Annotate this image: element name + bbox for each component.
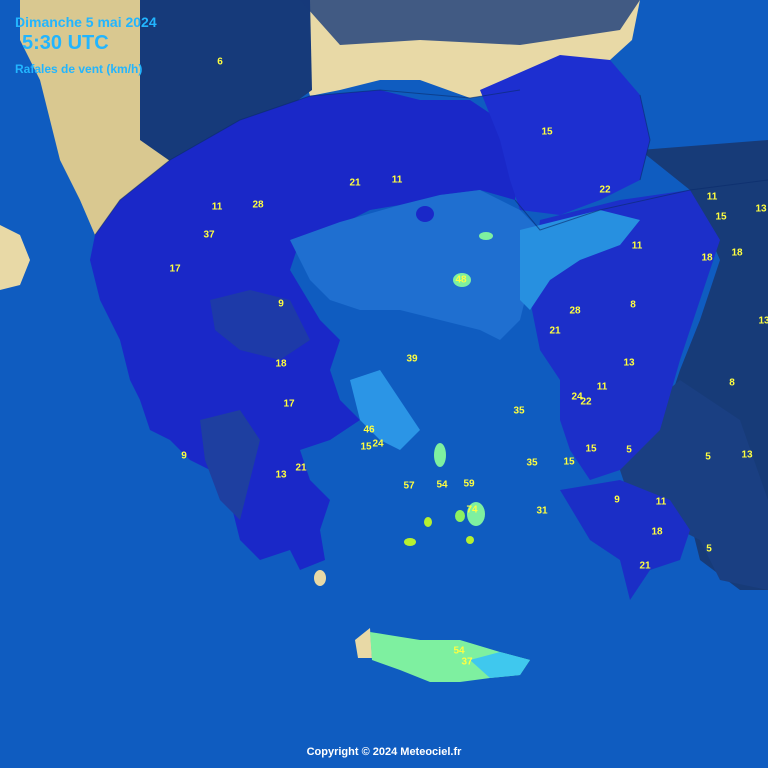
gust-value-label: 21 <box>349 177 361 189</box>
gust-value-label: 22 <box>580 396 592 408</box>
island-syros <box>424 517 432 527</box>
island-kythira <box>314 570 326 586</box>
gust-value-label: 46 <box>363 424 375 436</box>
gust-value-label: 21 <box>639 560 651 572</box>
gust-value-label: 8 <box>630 299 636 311</box>
gust-value-label: 54 <box>453 645 465 657</box>
map-variable: Rafales de vent (km/h) <box>15 62 143 76</box>
gust-value-label: 39 <box>406 353 418 365</box>
gust-value-label: 15 <box>360 441 372 453</box>
gust-value-label: 11 <box>655 496 667 508</box>
gust-value-label: 11 <box>631 240 643 252</box>
gust-value-label: 5 <box>626 444 632 456</box>
map-time: 5:30 UTC <box>22 32 109 54</box>
gust-value-label: 48 <box>455 274 467 286</box>
gust-value-label: 54 <box>436 479 448 491</box>
gust-value-label: 9 <box>614 494 620 506</box>
map-background <box>0 0 768 768</box>
gust-value-label: 22 <box>599 184 611 196</box>
gust-value-label: 15 <box>563 456 575 468</box>
gust-value-label: 57 <box>403 480 415 492</box>
gust-value-label: 5 <box>706 543 712 555</box>
gust-value-label: 13 <box>758 315 768 327</box>
gust-value-label: 13 <box>623 357 635 369</box>
gust-value-label: 18 <box>701 252 713 264</box>
gust-value-label: 13 <box>275 469 287 481</box>
gust-value-label: 17 <box>169 263 181 275</box>
gust-value-label: 8 <box>729 377 735 389</box>
gust-value-label: 37 <box>203 229 215 241</box>
weather-map: 6 15 21 11 22 11 15 13 28 11 18 37 11 18 17 48 9 28 8 21 13 1… <box>0 0 768 768</box>
copyright: Copyright © 2024 Meteociel.fr <box>306 746 462 758</box>
gust-value-label: 15 <box>585 443 597 455</box>
gust-value-label: 9 <box>181 450 187 462</box>
map-date: Dimanche 5 mai 2024 <box>15 14 157 30</box>
gust-value-label: 18 <box>731 247 743 259</box>
gust-value-label: 28 <box>252 199 264 211</box>
gust-value-label: 18 <box>651 526 663 538</box>
gust-value-label: 11 <box>596 381 608 393</box>
island-thasos <box>416 206 434 222</box>
island-paros <box>455 510 465 522</box>
island-samothrace <box>479 232 493 240</box>
gust-value-label: 59 <box>463 478 475 490</box>
gust-value-label: 9 <box>278 298 284 310</box>
island-ios <box>466 536 474 544</box>
gust-value-label: 13 <box>741 449 753 461</box>
gust-value-label: 6 <box>217 56 223 68</box>
gust-value-label: 31 <box>536 505 548 517</box>
gust-value-label: 5 <box>705 451 711 463</box>
gust-value-label: 35 <box>513 405 525 417</box>
gust-value-label: 28 <box>569 305 581 317</box>
gust-value-label: 13 <box>755 203 767 215</box>
gust-value-label: 21 <box>295 462 307 474</box>
gust-value-label: 15 <box>715 211 727 223</box>
gust-value-label: 21 <box>549 325 561 337</box>
gust-value-label: 15 <box>541 126 553 138</box>
gust-value-label: 17 <box>283 398 295 410</box>
gust-value-label: 24 <box>372 438 384 450</box>
island-milos <box>404 538 416 546</box>
gust-value-label: 37 <box>461 656 473 668</box>
gust-value-label: 11 <box>391 174 403 186</box>
gust-value-label: 35 <box>526 457 538 469</box>
island-andros <box>434 443 446 467</box>
gust-value-label: 74 <box>466 504 478 516</box>
gust-value-label: 18 <box>275 358 287 370</box>
gust-value-label: 11 <box>706 191 718 203</box>
gust-value-label: 11 <box>211 201 223 213</box>
